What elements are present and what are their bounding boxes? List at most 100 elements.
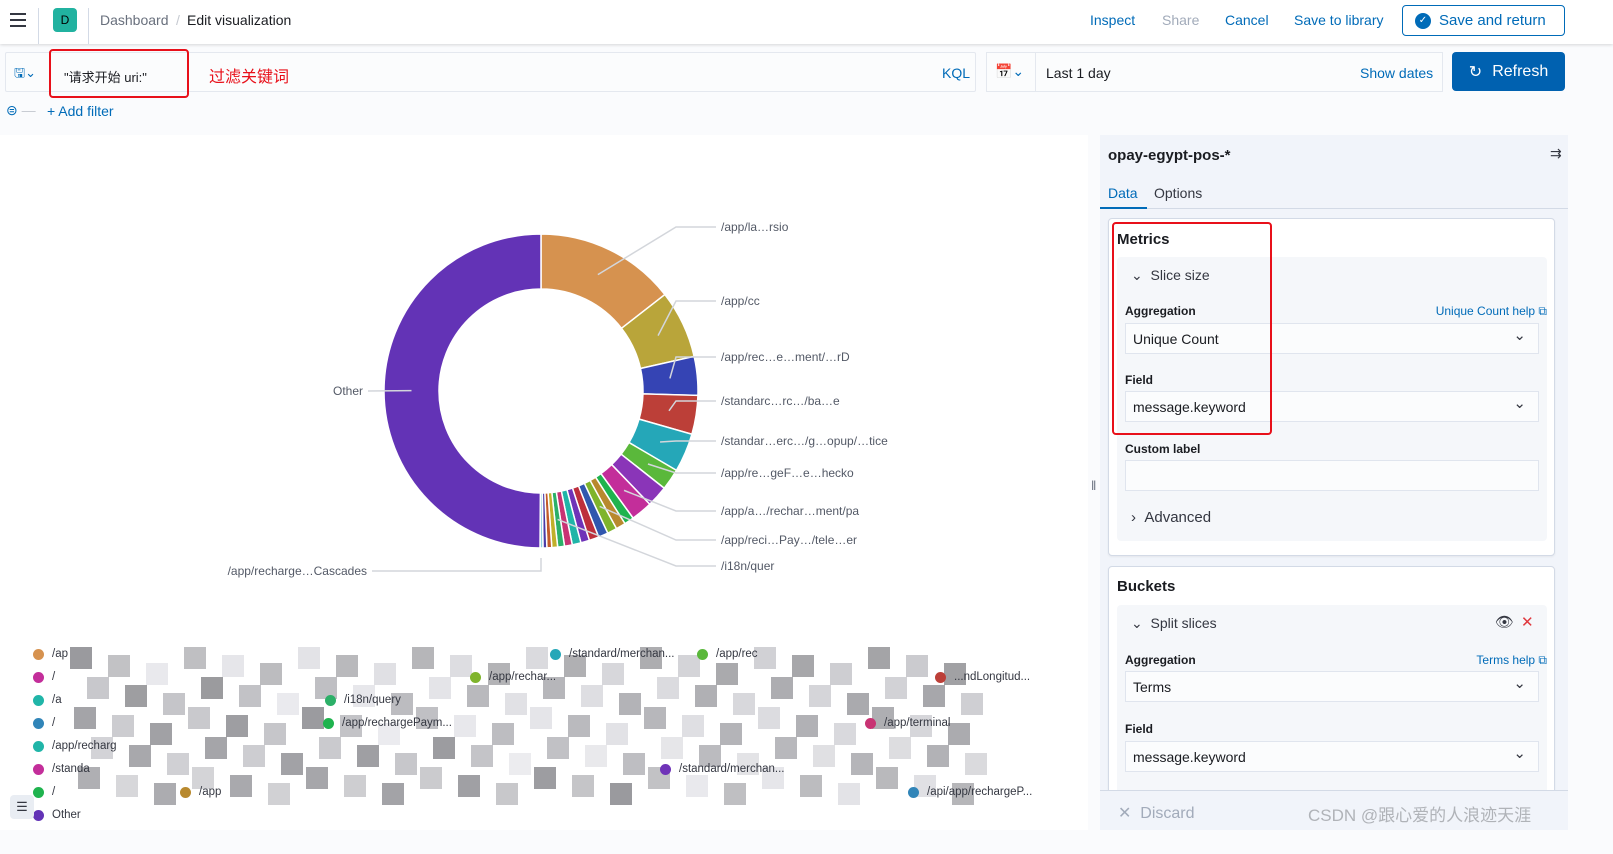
divider [1035,53,1036,91]
legend-item[interactable]: ...ndLongitud... [935,671,1030,683]
terms-help-link[interactable]: Terms help ⧉ [1476,653,1547,668]
redaction-mosaic [467,685,489,707]
legend-item[interactable]: /standard/merchan... [550,648,674,660]
watermark: CSDN @跟心爱的人浪迹天涯 [1308,806,1532,825]
breadcrumb-separator: / [176,12,180,28]
legend-item[interactable]: /app/rechar... [470,671,556,683]
top-header: D Dashboard / Edit visualization Inspect… [0,0,1613,44]
legend-color-dot [33,786,44,798]
kql-toggle[interactable]: KQL [942,65,970,81]
redaction-mosaic [602,663,624,685]
redaction-mosaic [585,745,607,767]
legend-item[interactable]: /standard/merchan... [660,763,784,775]
redaction-mosaic [581,685,603,707]
redaction-mosaic [606,723,628,745]
date-range[interactable]: Last 1 day [1046,65,1111,81]
legend-item[interactable]: /app/rechargePaym... [323,717,452,729]
unique-count-help-link[interactable]: Unique Count help ⧉ [1436,304,1547,319]
redaction-mosaic [792,655,814,677]
show-dates-button[interactable]: Show dates [1360,65,1433,81]
redaction-mosaic [682,715,704,737]
divider [88,8,89,44]
legend-color-dot [33,809,44,821]
field-select[interactable]: message.keyword [1125,741,1539,772]
legend-label: /app [199,786,222,798]
tab-data[interactable]: Data [1108,185,1138,201]
legend-label: /standa [52,763,90,775]
redaction-mosaic [847,693,869,715]
legend-item[interactable]: /api/app/rechargeP... [908,786,1032,798]
redaction-mosaic [834,723,856,745]
legend-item[interactable]: /ap [33,648,68,660]
legend-item[interactable]: / [33,786,55,798]
redaction-mosaic [492,723,514,745]
redaction-mosaic [243,745,265,767]
add-filter-button[interactable]: + Add filter [47,103,114,119]
legend-item[interactable]: /app [180,786,221,798]
chart-area: /app/la…rsio/app/cc/app/rec…e…ment/…rD/s… [0,135,1088,830]
inspect-button[interactable]: Inspect [1090,12,1135,28]
menu-icon[interactable] [10,13,26,27]
filter-icon[interactable]: ⊜ — [6,102,36,119]
refresh-button[interactable]: ↻ Refresh [1452,52,1565,91]
aggregation-select[interactable]: Terms [1125,671,1539,702]
save-and-return-button[interactable]: ✓ Save and return [1402,5,1565,36]
legend-color-dot [470,671,481,683]
resize-handle[interactable]: ‖ [1091,478,1096,493]
advanced-toggle[interactable]: › Advanced [1131,509,1211,526]
redaction-mosaic [530,707,552,729]
redaction-mosaic [344,775,366,797]
eye-icon[interactable]: 👁 [1495,613,1514,631]
redaction-mosaic [619,693,641,715]
legend-color-dot [935,671,946,683]
redaction-mosaic [657,677,679,699]
legend-item[interactable]: Other [33,809,81,821]
redaction-mosaic [496,783,518,805]
discard-button[interactable]: ✕ Discard [1118,803,1195,823]
redaction-mosaic [222,655,244,677]
legend-item[interactable]: / [33,671,55,683]
redaction-mosaic [184,647,206,669]
redaction-mosaic [450,655,472,677]
legend-label: /api/app/rechargeP... [927,786,1033,798]
cancel-button[interactable]: Cancel [1225,12,1269,28]
custom-label-label: Custom label [1125,442,1201,456]
breadcrumb-dashboard[interactable]: Dashboard [100,12,169,28]
calendar-icon[interactable]: 📅⌄ [995,63,1024,80]
redaction-mosaic [146,663,168,685]
legend-item[interactable]: /i18n/query [325,694,401,706]
saved-query-icon[interactable]: 🖫⌄ [14,64,36,86]
legend-label: /app/rechargePaym... [342,717,452,729]
share-button[interactable]: Share [1162,12,1199,28]
redaction-mosaic [961,693,983,715]
redaction-mosaic [534,767,556,789]
legend-color-dot [660,763,671,775]
legend-label: / [52,786,56,798]
remove-icon[interactable]: ✕ [1521,613,1534,631]
redaction-mosaic [306,767,328,789]
legend-item[interactable]: /app/rec [697,648,758,660]
tab-options[interactable]: Options [1154,185,1202,201]
legend-item[interactable]: /standa [33,763,90,775]
space-avatar[interactable]: D [53,8,77,32]
legend-item[interactable]: / [33,717,55,729]
redaction-mosaic [205,737,227,759]
custom-label-input[interactable] [1125,460,1539,491]
legend-item[interactable]: /a [33,694,62,706]
legend-label: /standard/merchan... [679,763,785,775]
redaction-mosaic [796,715,818,737]
redaction-mosaic [830,663,852,685]
refresh-label: Refresh [1492,62,1549,80]
legend-label: /app/recharg [52,740,117,752]
buckets-title: Buckets [1117,578,1176,595]
legend-item[interactable]: /app/terminal [865,717,950,729]
legend-item[interactable]: /app/recharg [33,740,117,752]
legend-color-dot [325,694,336,706]
legend-toggle-icon[interactable]: ☰ [10,795,34,819]
collapse-icon[interactable]: ⇉ [1550,145,1562,162]
save-to-library-button[interactable]: Save to library [1294,12,1383,28]
redaction-mosaic [851,753,873,775]
redaction-mosaic [547,737,569,759]
split-slices-toggle[interactable]: ⌄ Split slices [1131,615,1217,632]
breadcrumb-current: Edit visualization [187,12,292,28]
